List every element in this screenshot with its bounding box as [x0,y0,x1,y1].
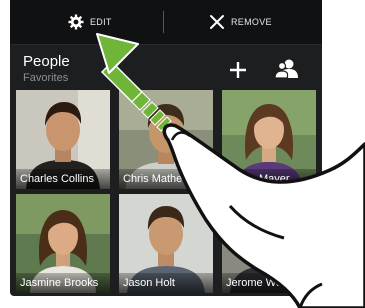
add-contact-button[interactable] [228,60,248,80]
people-header: People Favorites [10,45,322,85]
contact-name: Grace Mayer [222,169,316,189]
contact-name: Jason Holt [119,273,213,293]
contact-tile[interactable]: Charles Collins [16,90,110,189]
phone-screen: EDIT REMOVE People Favorites Charles Col… [10,0,322,296]
edit-label: EDIT [90,17,112,27]
gear-icon [68,14,84,30]
contact-tile[interactable]: Jerome Wong [222,194,316,293]
remove-button[interactable]: REMOVE [209,0,272,44]
contact-tile[interactable]: Jasmine Brooks [16,194,110,293]
contact-name: Jasmine Brooks [16,273,110,293]
edit-action-bar: EDIT REMOVE [10,0,322,45]
people-group-icon [274,59,298,79]
remove-label: REMOVE [231,17,272,27]
edit-button[interactable]: EDIT [68,0,112,44]
contact-tile[interactable]: Chris Mathew [119,90,213,189]
contact-name: Jerome Wong [222,273,316,293]
contact-tile[interactable]: Jason Holt [119,194,213,293]
page-subtitle: Favorites [23,72,69,84]
contact-name: Chris Mathew [119,169,213,189]
close-icon [210,15,224,29]
groups-button[interactable] [274,58,300,80]
action-divider [163,11,164,33]
contact-tile[interactable]: Grace Mayer [222,90,316,189]
contact-name: Charles Collins [16,169,110,189]
page-title: People [23,53,70,70]
plus-icon [230,62,246,78]
